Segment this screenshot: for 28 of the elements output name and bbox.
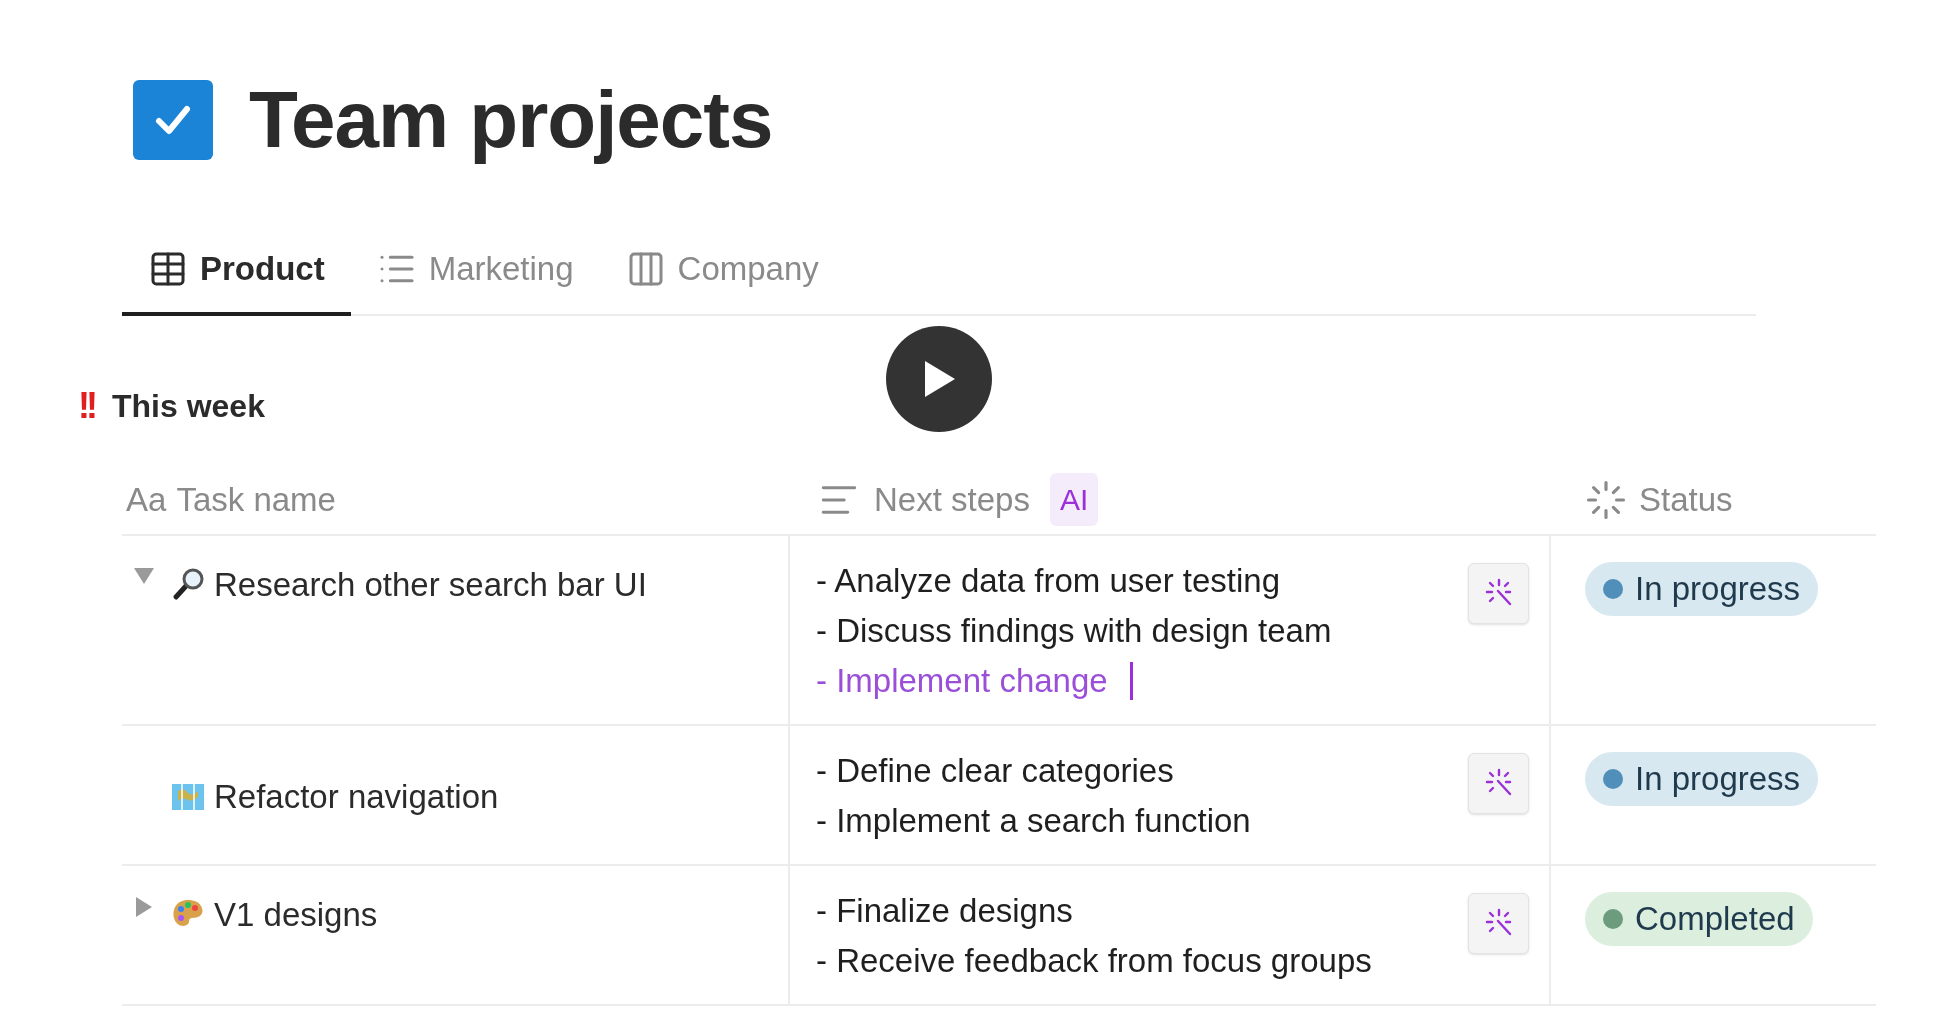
text-cursor [1129,661,1133,700]
ai-autofill-button[interactable] [1468,752,1529,814]
status-pill[interactable]: In progress [1585,751,1819,806]
generating-text: - Implement change [816,660,1108,701]
next-step: - Receive feedback from focus groups [816,935,1372,986]
task-name[interactable]: Refactor navigation [214,771,499,822]
ai-autofill-button[interactable] [1468,892,1529,954]
group-title: This week [112,386,265,426]
next-step: - Implement a search function [816,795,1251,846]
view-tab[interactable]: Product [122,238,351,316]
status-pill[interactable]: Completed [1585,891,1813,946]
text-type-icon: Aa [126,474,167,525]
column-header: Task name [176,479,336,520]
ai-autofill-button[interactable] [1468,562,1529,624]
priority-mark: !! [78,387,94,424]
status-spinner-icon [1585,478,1627,521]
ai-badge: AI [1049,473,1099,526]
task-name[interactable]: V1 designs [214,889,378,939]
task-name[interactable]: Research other search bar UI [214,559,647,609]
collapsed-toggle-icon[interactable] [134,895,154,918]
next-step: - Analyze data from user testing [816,555,1332,606]
status-pill[interactable]: In progress [1585,561,1819,616]
next-step: - Discuss findings with design team [816,605,1332,656]
column-header: Status [1639,479,1733,520]
expanded-toggle-icon[interactable] [133,565,155,586]
next-step: - Finalize designs [816,885,1372,936]
next-step: - Define clear categories [816,745,1251,796]
column-header: Next steps [874,479,1030,520]
